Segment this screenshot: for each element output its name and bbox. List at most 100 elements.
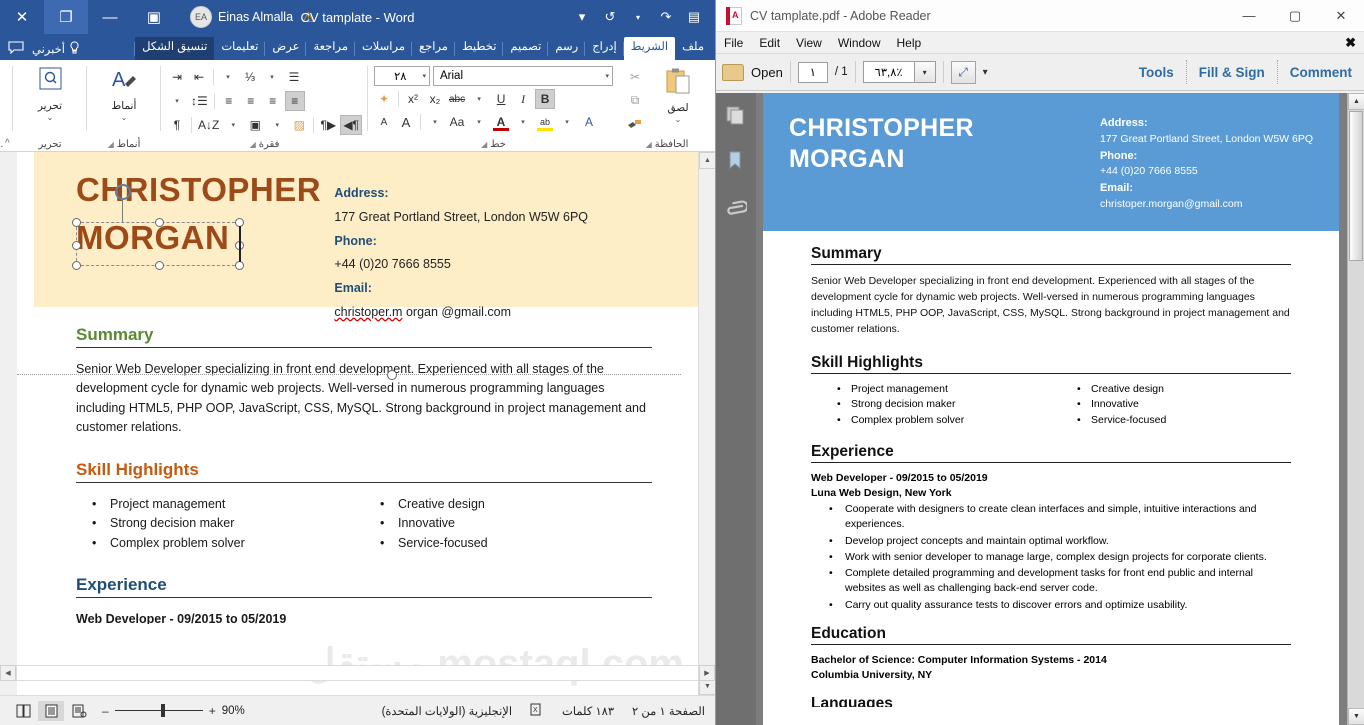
tab-layout[interactable]: تخطيط (453, 37, 503, 60)
pdf-vertical-scrollbar[interactable]: ▲ ▼ (1347, 93, 1364, 725)
font-name-caret-icon[interactable]: ▾ (605, 72, 609, 80)
align-right-button[interactable]: ≡ (263, 91, 283, 111)
resize-handle-n[interactable] (155, 218, 164, 227)
fill-and-sign-button[interactable]: Fill & Sign (1199, 65, 1265, 80)
format-painter-icon[interactable] (625, 113, 645, 133)
styles-caret-icon[interactable]: ⌄ (121, 113, 128, 122)
tab-home[interactable]: الشريط (622, 37, 676, 60)
hscroll-track[interactable] (16, 665, 699, 681)
save-icon[interactable]: ▤ (681, 3, 707, 31)
comment-button[interactable]: Comment (1290, 65, 1352, 80)
comments-icon[interactable] (8, 41, 24, 57)
menu-help[interactable]: Help (897, 36, 922, 50)
rotate-handle[interactable] (115, 184, 131, 200)
bullets-button[interactable]: ☰ (284, 67, 304, 87)
resize-handle-w[interactable] (72, 241, 81, 250)
scroll-up-arrow-icon[interactable]: ▲ (699, 152, 715, 169)
font-dialog-launcher-icon[interactable]: ◢ (481, 140, 487, 149)
numbering-button[interactable]: ⅓ (240, 67, 260, 87)
resize-handle-nw[interactable] (72, 218, 81, 227)
font-color-caret-icon[interactable]: ▾ (469, 112, 489, 132)
redo-icon[interactable]: ↷ (653, 3, 679, 31)
menu-window[interactable]: Window (838, 36, 881, 50)
paste-caret-icon[interactable]: ⌄ (675, 115, 682, 124)
page-indicator[interactable]: الصفحة ١ من ٢ (632, 704, 705, 718)
clear-formatting-icon[interactable]: ✦ (374, 89, 394, 109)
word-close-button[interactable]: ✕ (0, 0, 44, 34)
superscript-button[interactable]: x² (403, 89, 423, 109)
open-folder-icon[interactable] (722, 63, 744, 81)
menu-file[interactable]: File (724, 36, 743, 50)
qat-more-icon[interactable]: ▾ (569, 3, 595, 31)
proofing-status-icon[interactable]: X (530, 703, 544, 719)
shrink-font-button[interactable]: A (374, 112, 394, 132)
acrobat-minimize-button[interactable]: — (1226, 0, 1272, 32)
addins-button[interactable]: ● الوظائف الإضافية (0, 64, 7, 116)
zoom-dropdown-caret-icon[interactable]: ▾ (914, 61, 936, 83)
tab-view[interactable]: عرض (264, 37, 306, 60)
grow-font-button[interactable]: A (396, 112, 416, 132)
word-count[interactable]: ١٨٣ كلمات (562, 704, 614, 718)
toolbar-more-caret-icon[interactable]: ▾ (983, 67, 988, 78)
tab-shape-format[interactable]: تنسيق الشكل (134, 37, 215, 60)
resize-handle-se[interactable] (235, 261, 244, 270)
font-size-input[interactable]: ▾ ٢٨ (374, 66, 430, 86)
zoom-percent-label[interactable]: 90% (222, 705, 245, 717)
copy-icon[interactable]: ⧉ (625, 90, 645, 110)
zoom-out-button[interactable]: – (102, 704, 109, 718)
line-spacing-caret-icon[interactable]: ▾ (167, 91, 187, 111)
align-left-button[interactable]: ≡ (219, 91, 239, 111)
scroll-right-arrow-icon[interactable]: ▶ (699, 665, 715, 681)
underline-button[interactable]: U (491, 89, 511, 109)
zoom-slider[interactable]: 90% + – (102, 704, 245, 718)
resize-handle-sw[interactable] (72, 261, 81, 270)
tab-draw[interactable]: رسم (547, 37, 585, 60)
word-minimize-button[interactable]: — (88, 0, 132, 34)
document-horizontal-scrollbar[interactable]: ◀ ▶ (0, 665, 715, 681)
font-name-input[interactable]: ▾ Arial (433, 66, 613, 86)
pdf-scroll-up-arrow-icon[interactable]: ▲ (1348, 93, 1364, 110)
tab-review[interactable]: مراجعة (305, 37, 355, 60)
scroll-left-arrow-icon[interactable]: ◀ (0, 665, 16, 681)
bullets-caret-icon[interactable]: ▾ (262, 67, 282, 87)
subscript-button[interactable]: x₂ (425, 89, 445, 109)
tab-insert[interactable]: إدراج (584, 37, 624, 60)
zoom-track[interactable] (114, 704, 203, 717)
shape-selection-box[interactable] (72, 218, 244, 270)
open-button[interactable]: Open (751, 65, 783, 80)
tell-me-box[interactable]: أخبرني (32, 41, 80, 57)
word-restore-button[interactable]: ❐ (44, 0, 88, 34)
show-formatting-marks-button[interactable]: ¶ (167, 115, 187, 135)
highlight-button[interactable]: ab (535, 112, 555, 132)
fit-page-button[interactable]: ⤢ (950, 60, 976, 84)
read-mode-button[interactable] (66, 701, 92, 721)
zoom-thumb[interactable] (160, 704, 165, 717)
tab-design[interactable]: تصميم (502, 37, 548, 60)
attachments-icon[interactable] (724, 195, 748, 219)
print-layout-button[interactable] (38, 700, 64, 721)
bold-button[interactable]: B (535, 89, 556, 109)
web-layout-button[interactable] (10, 701, 36, 721)
highlight-caret-icon[interactable]: ▾ (513, 112, 533, 132)
tab-file[interactable]: ملف (675, 37, 711, 60)
shading-button[interactable]: ▨ (289, 115, 309, 135)
rtl-direction-button[interactable]: ◀¶ (340, 115, 362, 135)
menu-view[interactable]: View (796, 36, 822, 50)
align-center-button[interactable]: ≡ (241, 91, 261, 111)
editing-button[interactable]: تحرير ⌄ (19, 64, 81, 122)
font-color-button[interactable]: A (491, 112, 511, 132)
change-case-button[interactable]: Aa (447, 112, 467, 132)
pdf-scroll-thumb[interactable] (1349, 111, 1363, 261)
underline-caret-icon[interactable]: ▾ (469, 89, 489, 109)
resize-handle-s[interactable] (155, 261, 164, 270)
styles-button[interactable]: A أنماط ⌄ (93, 64, 155, 122)
guideline-handle[interactable] (387, 370, 397, 380)
text-effects-button[interactable]: A (579, 112, 599, 132)
paragraph-dialog-launcher-icon[interactable]: ◢ (250, 140, 256, 149)
zoom-control[interactable]: ٦٣,٨٪ ▾ (862, 61, 936, 83)
acrobat-maximize-button[interactable]: ▢ (1272, 0, 1318, 32)
zoom-value[interactable]: ٦٣,٨٪ (862, 61, 915, 83)
text-effects-caret-icon[interactable]: ▾ (557, 112, 577, 132)
tab-mailings[interactable]: مراسلات (353, 37, 412, 60)
page-number-input[interactable]: ١ (797, 61, 828, 83)
